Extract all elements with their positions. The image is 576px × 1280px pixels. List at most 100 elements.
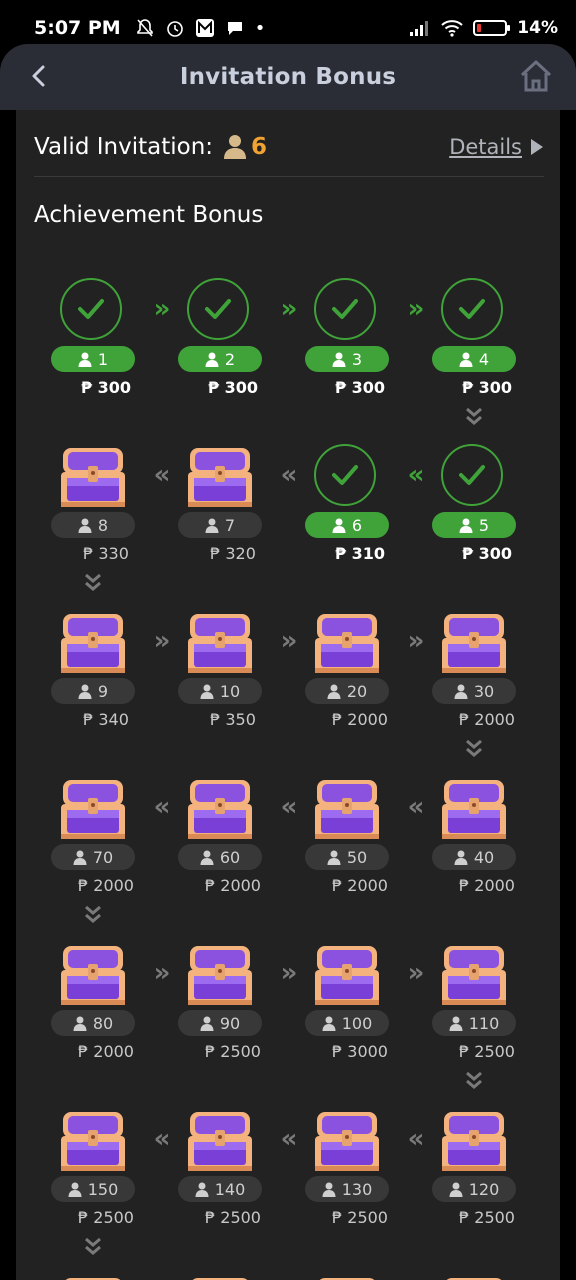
invite-count-pill: 3: [305, 346, 389, 372]
treasure-chest-icon: [188, 448, 252, 507]
tier-badge: 50 ₱ 2000: [305, 768, 389, 895]
invite-count: 30: [473, 681, 495, 701]
achievement-tier[interactable]: 50 ₱ 2000: [292, 768, 402, 898]
treasure-chest-icon: [319, 1278, 375, 1280]
back-arrow-icon[interactable]: [22, 58, 58, 94]
arrow-right-icon: »: [280, 626, 298, 656]
details-link[interactable]: Details: [449, 135, 544, 159]
reward-amount: ₱ 2500: [78, 1208, 134, 1227]
treasure-chest-icon: [188, 780, 252, 839]
arrow-right-icon: »: [153, 958, 171, 988]
achievement-tier[interactable]: 60 ₱ 2000: [165, 768, 275, 898]
wifi-icon: [441, 20, 463, 37]
achievement-tier[interactable]: 80 ₱ 2000: [38, 934, 148, 1064]
achievement-tier[interactable]: 100 ₱ 3000: [292, 934, 402, 1064]
person-icon: [454, 684, 468, 699]
achievement-tier[interactable]: 40 ₱ 2000: [419, 768, 529, 898]
tier-badge: 130 ₱ 2500: [305, 1100, 389, 1227]
invite-count: 120: [468, 1179, 500, 1199]
tier-badge-partial: [51, 1266, 135, 1280]
achievement-tier[interactable]: 1 ₱ 300: [38, 270, 148, 400]
treasure-chest-icon: [315, 1112, 379, 1171]
home-icon[interactable]: [516, 56, 556, 96]
achievement-tier[interactable]: 120 ₱ 2500: [419, 1100, 529, 1230]
person-icon: [322, 1016, 336, 1031]
achievement-tier[interactable]: 6 ₱ 310: [292, 436, 402, 566]
person-icon: [200, 1016, 214, 1031]
tier-badge: 4 ₱ 300: [432, 270, 516, 397]
invite-count: 1: [97, 349, 109, 369]
tier-badge: 100 ₱ 3000: [305, 934, 389, 1061]
arrow-right-icon: »: [407, 294, 425, 324]
treasure-chest-icon: [315, 946, 379, 1005]
tier-badge: 20 ₱ 2000: [305, 602, 389, 729]
achievement-tier[interactable]: 3 ₱ 300: [292, 270, 402, 400]
achievement-tier[interactable]: 30 ₱ 2000: [419, 602, 529, 732]
reward-amount: ₱ 350: [210, 710, 256, 729]
tier-badge: 9 ₱ 340: [51, 602, 135, 729]
achievement-tier[interactable]: 7 ₱ 320: [165, 436, 275, 566]
achievement-tier[interactable]: 90 ₱ 2500: [165, 934, 275, 1064]
achievement-tier[interactable]: 150 ₱ 2500: [38, 1100, 148, 1230]
reward-amount: ₱ 2000: [205, 876, 261, 895]
valid-invitation-count: 6: [223, 134, 267, 160]
achievement-tier[interactable]: 5 ₱ 300: [419, 436, 529, 566]
invite-count-pill: 140: [178, 1176, 262, 1202]
arrow-down-icon: [462, 1069, 486, 1091]
check-icon: [78, 299, 104, 319]
tier-badge: 6 ₱ 310: [305, 436, 389, 563]
alarm-icon: [166, 21, 183, 37]
arrow-down-icon: [462, 737, 486, 759]
reward-amount: ₱ 2000: [78, 876, 134, 895]
achievement-tier[interactable]: 9 ₱ 340: [38, 602, 148, 732]
invite-count-pill: 20: [305, 678, 389, 704]
achievement-tier[interactable]: 20 ₱ 2000: [292, 602, 402, 732]
invite-count: 5: [478, 515, 490, 535]
invite-count: 110: [468, 1013, 500, 1033]
arrow-right-icon: »: [280, 294, 298, 324]
treasure-chest-icon: [188, 1112, 252, 1171]
tier-badge: 70 ₱ 2000: [51, 768, 135, 895]
invite-count: 100: [341, 1013, 373, 1033]
achievement-tier[interactable]: 130 ₱ 2500: [292, 1100, 402, 1230]
invite-count-pill: 4: [432, 346, 516, 372]
person-icon: [454, 850, 468, 865]
reward-amount: ₱ 340: [83, 710, 129, 729]
achievement-tier[interactable]: 4 ₱ 300: [419, 270, 529, 400]
battery-level: [477, 24, 482, 32]
invite-count: 10: [219, 681, 241, 701]
treasure-chest-icon: [188, 614, 252, 673]
achievement-tier[interactable]: 70 ₱ 2000: [38, 768, 148, 898]
achievement-tier[interactable]: 10 ₱ 350: [165, 602, 275, 732]
treasure-chest-icon: [315, 614, 379, 673]
tier-badge: 80 ₱ 2000: [51, 934, 135, 1061]
invite-count-pill: 150: [51, 1176, 135, 1202]
tier-badge: 110 ₱ 2500: [432, 934, 516, 1061]
app-m-icon: [195, 19, 214, 37]
achievement-tier[interactable]: 2 ₱ 300: [165, 270, 275, 400]
treasure-chest-icon: [315, 780, 379, 839]
invite-count-pill: 9: [51, 678, 135, 704]
check-icon: [459, 299, 485, 319]
completed-circle: [441, 278, 503, 340]
invite-count: 50: [346, 847, 368, 867]
achievement-tier[interactable]: 8 ₱ 330: [38, 436, 148, 566]
invite-count: 8: [97, 515, 109, 535]
invite-count: 40: [473, 847, 495, 867]
tier-badge: 120 ₱ 2500: [432, 1100, 516, 1227]
completed-circle: [441, 444, 503, 506]
tier-badge: 1 ₱ 300: [51, 270, 135, 397]
invite-count: 9: [97, 681, 109, 701]
person-icon: [224, 135, 247, 159]
achievement-tier[interactable]: 110 ₱ 2500: [419, 934, 529, 1064]
content-panel: Valid Invitation: 6 Details Achievement …: [16, 110, 560, 1280]
arrow-right-icon: »: [280, 958, 298, 988]
arrow-left-icon: «: [280, 1124, 298, 1154]
app-bar: Invitation Bonus: [0, 44, 576, 110]
invite-count-pill: 7: [178, 512, 262, 538]
tier-badge: 90 ₱ 2500: [178, 934, 262, 1061]
valid-invitation-row: Valid Invitation: 6 Details: [34, 120, 544, 174]
achievement-tier[interactable]: 140 ₱ 2500: [165, 1100, 275, 1230]
arrow-right-icon: »: [153, 626, 171, 656]
reward-amount: ₱ 2000: [332, 876, 388, 895]
